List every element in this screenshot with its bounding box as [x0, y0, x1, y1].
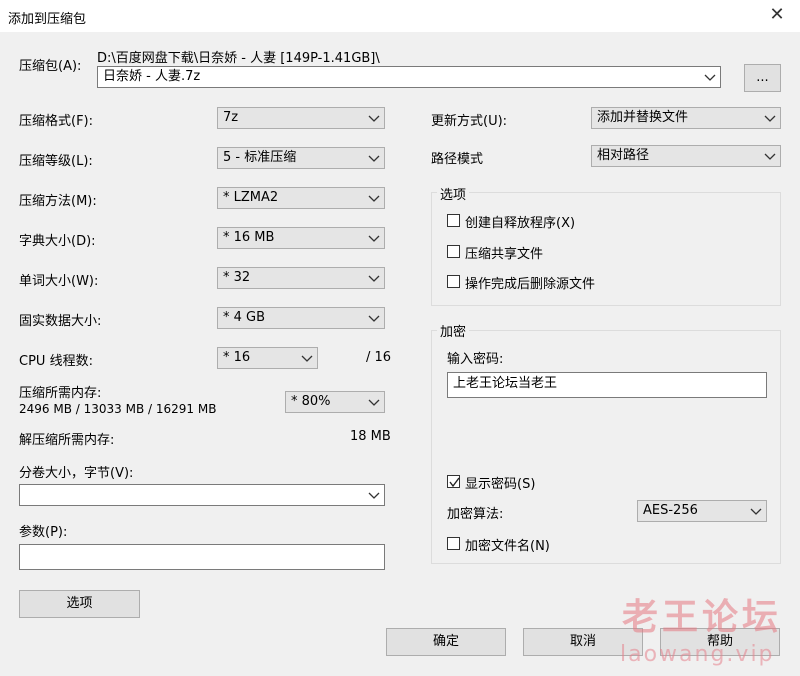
update-label: 更新方式(U):	[431, 114, 508, 129]
update-combo[interactable]: 添加并替换文件	[591, 107, 781, 129]
encrypt-names-checkbox[interactable]	[447, 537, 460, 550]
memory-value: * 80%	[291, 394, 331, 409]
params-label: 参数(P):	[19, 525, 68, 540]
format-value: 7z	[223, 110, 239, 125]
enc-method-label: 加密算法:	[447, 507, 504, 522]
watermark-text: 老王论坛	[622, 596, 783, 638]
decomp-label: 解压缩所需内存:	[19, 433, 115, 448]
chevron-down-icon	[368, 268, 380, 288]
check-icon	[449, 477, 460, 488]
sfx-label: 创建自释放程序(X)	[465, 216, 576, 231]
memory-label: 压缩所需内存:	[19, 386, 102, 401]
archive-name-combo[interactable]: 日奈娇 - 人妻.7z	[97, 66, 721, 88]
ok-button[interactable]: 确定	[386, 628, 506, 656]
method-label: 压缩方法(M):	[19, 194, 97, 209]
pathmode-label: 路径模式	[431, 152, 484, 167]
encryption-group-title: 加密	[437, 321, 470, 340]
dict-combo[interactable]: * 16 MB	[217, 227, 385, 249]
chevron-down-icon	[704, 67, 716, 87]
delete-label: 操作完成后删除源文件	[465, 277, 596, 292]
password-label: 输入密码:	[447, 352, 504, 367]
chevron-down-icon	[368, 148, 380, 168]
format-label: 压缩格式(F):	[19, 114, 94, 129]
enc-method-combo[interactable]: AES-256	[637, 500, 767, 522]
chevron-down-icon	[764, 108, 776, 128]
solid-label: 固实数据大小:	[19, 314, 102, 329]
memory-combo[interactable]: * 80%	[285, 391, 385, 413]
show-password-checkbox[interactable]	[447, 475, 460, 488]
pathmode-combo[interactable]: 相对路径	[591, 145, 781, 167]
chevron-down-icon	[368, 228, 380, 248]
method-combo[interactable]: * LZMA2	[217, 187, 385, 209]
word-combo[interactable]: * 32	[217, 267, 385, 289]
options-group-title: 选项	[437, 184, 470, 203]
close-icon[interactable]: ✕	[766, 4, 788, 26]
dict-label: 字典大小(D):	[19, 234, 96, 249]
chevron-down-icon	[301, 348, 313, 368]
solid-combo[interactable]: * 4 GB	[217, 307, 385, 329]
window-title: 添加到压缩包	[8, 12, 87, 27]
threads-label: CPU 线程数:	[19, 354, 93, 369]
browse-button[interactable]: ...	[744, 64, 781, 92]
solid-value: * 4 GB	[223, 310, 266, 325]
sfx-checkbox[interactable]	[447, 214, 460, 227]
params-input[interactable]	[19, 544, 385, 570]
encrypt-names-label: 加密文件名(N)	[465, 539, 550, 554]
threads-combo[interactable]: * 16	[217, 347, 318, 369]
dict-value: * 16 MB	[223, 230, 275, 245]
level-value: 5 - 标准压缩	[223, 150, 297, 165]
shared-label: 压缩共享文件	[465, 247, 544, 262]
decomp-value: 18 MB	[350, 429, 391, 444]
options-button[interactable]: 选项	[19, 590, 140, 618]
title-bar	[0, 0, 800, 32]
archive-path: D:\百度网盘下载\日奈娇 - 人妻 [149P-1.41GB]\	[97, 51, 380, 66]
chevron-down-icon	[368, 485, 380, 505]
chevron-down-icon	[368, 108, 380, 128]
chevron-down-icon	[750, 501, 762, 521]
update-value: 添加并替换文件	[597, 110, 689, 125]
chevron-down-icon	[764, 146, 776, 166]
word-value: * 32	[223, 270, 251, 285]
split-label: 分卷大小，字节(V):	[19, 466, 134, 481]
shared-checkbox[interactable]	[447, 245, 460, 258]
chevron-down-icon	[368, 392, 380, 412]
split-combo[interactable]	[19, 484, 385, 506]
threads-max: / 16	[366, 350, 392, 365]
level-combo[interactable]: 5 - 标准压缩	[217, 147, 385, 169]
password-input[interactable]: 上老王论坛当老王	[447, 372, 767, 398]
chevron-down-icon	[368, 308, 380, 328]
memory-detail: 2496 MB / 13033 MB / 16291 MB	[19, 402, 217, 416]
word-label: 单词大小(W):	[19, 274, 99, 289]
delete-checkbox[interactable]	[447, 275, 460, 288]
archive-name-value: 日奈娇 - 人妻.7z	[103, 69, 201, 84]
archive-label: 压缩包(A):	[19, 59, 82, 74]
show-password-label: 显示密码(S)	[465, 477, 536, 492]
format-combo[interactable]: 7z	[217, 107, 385, 129]
method-value: * LZMA2	[223, 190, 279, 205]
level-label: 压缩等级(L):	[19, 154, 93, 169]
watermark-url: laowang.vip	[620, 642, 775, 667]
enc-method-value: AES-256	[643, 503, 698, 518]
pathmode-value: 相对路径	[597, 148, 650, 163]
threads-value: * 16	[223, 350, 251, 365]
chevron-down-icon	[368, 188, 380, 208]
